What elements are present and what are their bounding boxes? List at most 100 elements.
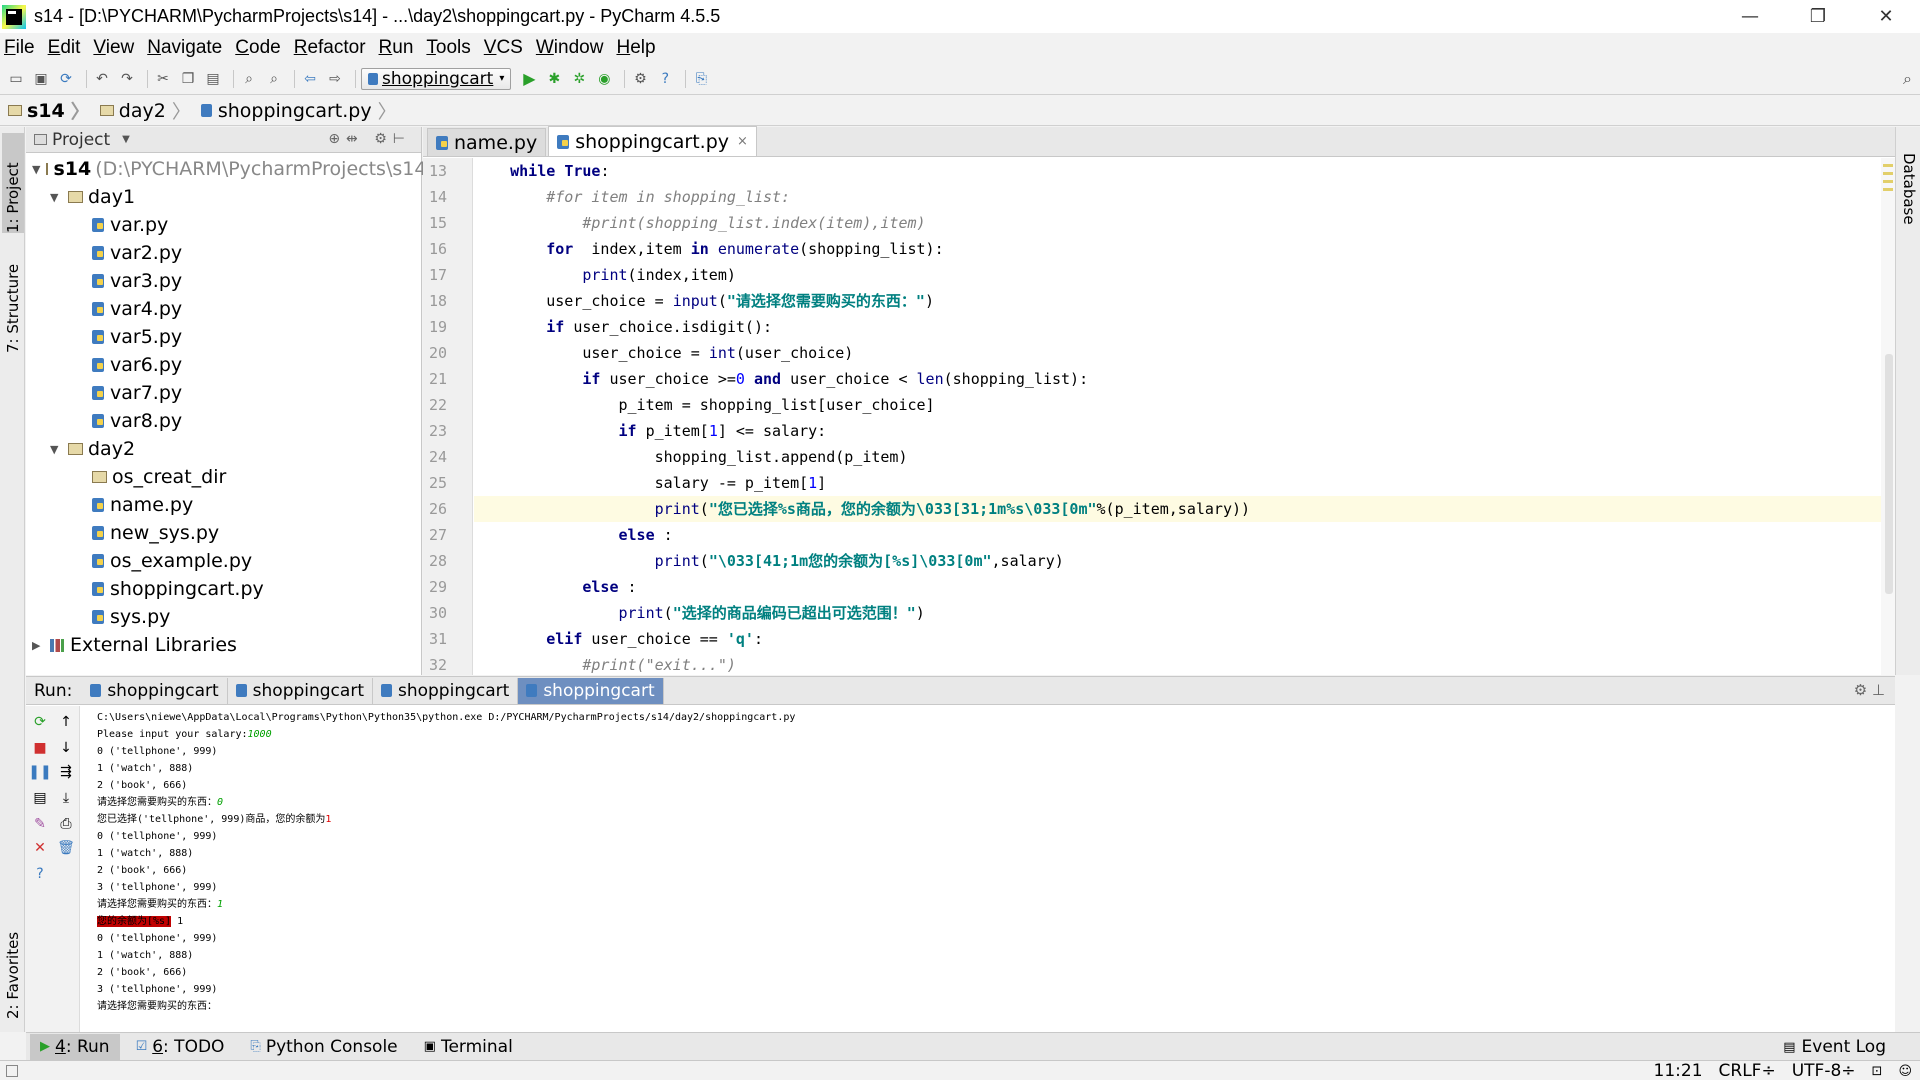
- menu-view[interactable]: View: [93, 37, 134, 59]
- tree-item-file[interactable]: var5.py: [26, 323, 421, 351]
- menu-navigate[interactable]: Navigate: [147, 37, 222, 59]
- menu-file[interactable]: File: [4, 37, 35, 59]
- gear-icon[interactable]: ⚙ ⊥: [1854, 681, 1885, 699]
- chevron-down-icon[interactable]: ▼: [50, 191, 62, 204]
- profile-icon[interactable]: ◉: [594, 69, 614, 89]
- editor-scrollbar[interactable]: [1881, 158, 1895, 675]
- warning-mark[interactable]: [1883, 164, 1893, 167]
- tab-favorites[interactable]: 2: Favorites: [2, 909, 24, 1019]
- copy-icon[interactable]: ❐: [178, 69, 198, 89]
- run-tab[interactable]: shoppingcart: [228, 677, 373, 704]
- paste-icon[interactable]: ▤: [203, 69, 223, 89]
- pin-icon[interactable]: ✎: [32, 816, 48, 832]
- warning-mark[interactable]: [1883, 180, 1893, 183]
- stop-icon[interactable]: ■: [32, 740, 48, 756]
- chevron-right-icon[interactable]: ▶: [32, 639, 44, 652]
- menu-window[interactable]: Window: [536, 37, 604, 59]
- event-log-button[interactable]: ▤ Event Log: [1783, 1037, 1886, 1057]
- project-panel-title[interactable]: Project: [52, 130, 110, 150]
- open-folder-icon[interactable]: ▭: [6, 69, 26, 89]
- tree-item-day2[interactable]: ▼ day2: [26, 435, 421, 463]
- tab-database[interactable]: Database: [1900, 153, 1918, 225]
- minimize-button[interactable]: —: [1716, 0, 1784, 33]
- rerun-icon[interactable]: ⟳: [32, 714, 48, 730]
- tree-item-file[interactable]: sys.py: [26, 603, 421, 631]
- menu-edit[interactable]: Edit: [48, 37, 81, 59]
- console-output[interactable]: C:\Users\niewe\AppData\Local\Programs\Py…: [97, 709, 1887, 1029]
- cut-icon[interactable]: ✂: [153, 69, 173, 89]
- run-configuration-select[interactable]: shoppingcart ▾: [361, 67, 512, 90]
- inspector-icon[interactable]: ☺: [1898, 1064, 1912, 1079]
- print-icon[interactable]: ⎙: [58, 816, 74, 832]
- tree-item-file[interactable]: var.py: [26, 211, 421, 239]
- menu-run[interactable]: Run: [379, 37, 414, 59]
- line-separator[interactable]: CRLF÷: [1719, 1061, 1776, 1080]
- chevron-down-icon[interactable]: ▼: [50, 443, 62, 456]
- tab-name-py[interactable]: name.py: [427, 128, 547, 156]
- menu-tools[interactable]: Tools: [426, 37, 470, 59]
- tab-shoppingcart-py[interactable]: shoppingcart.py ×: [548, 126, 757, 156]
- run-tab-active[interactable]: shoppingcart: [518, 677, 664, 704]
- tool-python-console-button[interactable]: ⎘ Python Console: [240, 1034, 407, 1060]
- chevron-down-icon[interactable]: ▼: [122, 134, 130, 145]
- save-icon[interactable]: ▣: [31, 69, 51, 89]
- menu-help[interactable]: Help: [616, 37, 655, 59]
- tree-item-file[interactable]: new_sys.py: [26, 519, 421, 547]
- menu-code[interactable]: Code: [235, 37, 280, 59]
- menu-vcs[interactable]: VCS: [484, 37, 523, 59]
- tree-item-file[interactable]: var3.py: [26, 267, 421, 295]
- tree-item-folder[interactable]: os_creat_dir: [26, 463, 421, 491]
- clear-icon[interactable]: 🗑: [57, 840, 75, 856]
- close-button[interactable]: ✕: [1852, 0, 1920, 33]
- status-square-icon[interactable]: [6, 1064, 18, 1077]
- find-icon[interactable]: ⌕: [239, 69, 259, 89]
- tree-item-file[interactable]: var7.py: [26, 379, 421, 407]
- run-tab[interactable]: shoppingcart: [82, 677, 228, 704]
- tab-project[interactable]: 1: Project: [2, 133, 24, 233]
- run-icon[interactable]: ▶: [519, 69, 539, 89]
- menu-refactor[interactable]: Refactor: [294, 37, 366, 59]
- debug-icon[interactable]: ✱: [544, 69, 564, 89]
- search-everywhere-icon[interactable]: ⌕: [1903, 69, 1912, 89]
- tool-terminal-button[interactable]: ▣ Terminal: [414, 1034, 523, 1060]
- tree-item-file[interactable]: var4.py: [26, 295, 421, 323]
- tree-item-file[interactable]: var8.py: [26, 407, 421, 435]
- close-tab-icon[interactable]: ×: [737, 134, 748, 149]
- settings-icon[interactable]: ⚙: [630, 69, 650, 89]
- warning-mark[interactable]: [1883, 188, 1893, 191]
- coverage-icon[interactable]: ✲: [569, 69, 589, 89]
- chevron-down-icon[interactable]: ▼: [32, 163, 40, 176]
- redo-icon[interactable]: ↷: [117, 69, 137, 89]
- file-encoding[interactable]: UTF-8÷: [1792, 1061, 1856, 1080]
- scroll-to-end-icon[interactable]: ⤓: [58, 790, 74, 806]
- code-area[interactable]: 13 14 15 16 17 18 19 20 21 22 23 24 25 2…: [423, 158, 1895, 675]
- tree-item-file[interactable]: var2.py: [26, 239, 421, 267]
- tree-item-external-libraries[interactable]: ▶ External Libraries: [26, 631, 421, 659]
- soft-wrap-icon[interactable]: ⇶: [58, 764, 74, 780]
- lock-icon[interactable]: ⊡: [1872, 1064, 1883, 1079]
- breadcrumb-item-day2[interactable]: day2 〉: [99, 97, 191, 124]
- panel-tools[interactable]: ⊕⇹ ⚙⊢: [328, 131, 411, 147]
- back-icon[interactable]: ⇦: [300, 69, 320, 89]
- tree-item-s14[interactable]: ▼ s14 (D:\PYCHARM\PycharmProjects\s14): [26, 155, 434, 183]
- tree-item-file[interactable]: name.py: [26, 491, 421, 519]
- tree-item-file[interactable]: shoppingcart.py: [26, 575, 421, 603]
- python-console-icon[interactable]: ⎘: [691, 69, 711, 89]
- close-icon[interactable]: ✕: [32, 840, 48, 856]
- sync-icon[interactable]: ⟳: [56, 69, 76, 89]
- help-icon[interactable]: ?: [655, 69, 675, 89]
- dump-threads-icon[interactable]: ▤: [32, 790, 48, 806]
- help-icon[interactable]: ?: [32, 866, 48, 882]
- undo-icon[interactable]: ↶: [92, 69, 112, 89]
- pause-icon[interactable]: ❚❚: [28, 764, 51, 780]
- tree-item-day1[interactable]: ▼ day1: [26, 183, 421, 211]
- scroll-thumb[interactable]: [1885, 354, 1893, 594]
- breadcrumb-item-s14[interactable]: s14 〉: [8, 97, 90, 124]
- restore-button[interactable]: ❐: [1784, 0, 1852, 33]
- arrow-down-icon[interactable]: ↓: [58, 740, 74, 756]
- replace-icon[interactable]: ⌕: [264, 69, 284, 89]
- tool-todo-button[interactable]: ☑ 6: TODO: [126, 1034, 235, 1060]
- tab-structure[interactable]: 7: Structure: [2, 245, 24, 353]
- breadcrumb-item-shoppingcart[interactable]: shoppingcart.py 〉: [200, 97, 397, 124]
- tree-item-file[interactable]: os_example.py: [26, 547, 421, 575]
